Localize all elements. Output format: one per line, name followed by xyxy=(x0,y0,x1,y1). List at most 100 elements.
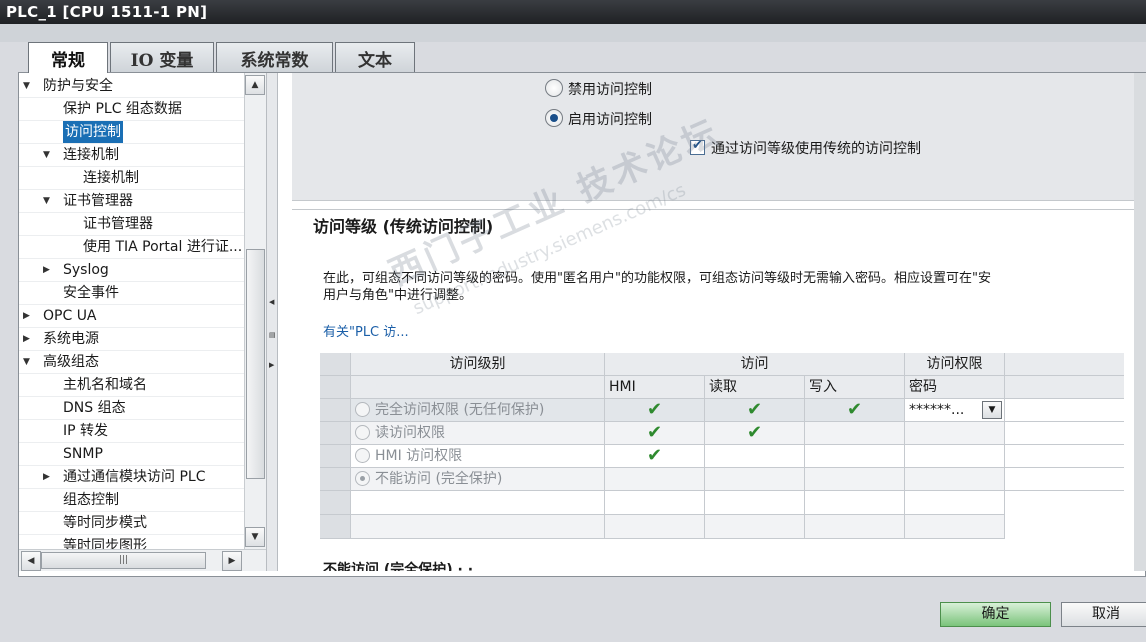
tab-system-constants[interactable]: 系统常数 xyxy=(216,42,333,72)
tree-item-label: 系统电源 xyxy=(43,331,99,347)
tree-item[interactable]: ▼ 高级组态 xyxy=(19,351,244,374)
tree-item[interactable]: ▼ 防护与安全 xyxy=(19,75,244,98)
access-level-table: 访问级别 访问 访问权限 HMI 读取 写入 密码 完全访问权限 (无任何保护)… xyxy=(320,353,1124,539)
hmi-access-label: HMI 访问权限 xyxy=(375,448,463,464)
tree-item[interactable]: DNS 组态 xyxy=(19,397,244,420)
expand-arrow-icon[interactable]: ▼ xyxy=(43,190,50,212)
subheader-password: 密码 xyxy=(905,376,1005,399)
tab-texts[interactable]: 文本 xyxy=(335,42,415,72)
plc-access-info-link[interactable]: 有关"PLC 访... xyxy=(323,321,409,340)
legacy-access-checkbox[interactable] xyxy=(690,138,705,155)
tab-general[interactable]: 常规 xyxy=(28,42,108,73)
password-field[interactable]: ******... ▼ xyxy=(905,399,1005,422)
tree-item[interactable]: 等时同步模式 xyxy=(19,512,244,535)
scroll-up-icon[interactable]: ▲ xyxy=(245,75,265,95)
empty-cell xyxy=(605,515,705,539)
dropdown-arrow-icon[interactable]: ▼ xyxy=(982,401,1002,419)
table-row-full-access[interactable]: 完全访问权限 (无任何保护) xyxy=(351,399,605,422)
tree-item[interactable]: SNMP xyxy=(19,443,244,466)
table-row-no-access[interactable]: 不能访问 (完全保护) xyxy=(351,468,605,491)
empty-cell xyxy=(805,422,905,445)
empty-cell xyxy=(905,491,1005,515)
tree-item[interactable]: ▶ 系统电源 xyxy=(19,328,244,351)
empty-cell xyxy=(805,515,905,539)
expand-arrow-icon[interactable]: ▼ xyxy=(23,75,30,97)
subheader-filler xyxy=(1005,376,1124,399)
tree-item-label: 访问控制 xyxy=(63,121,123,143)
collapse-left-icon[interactable]: ◀ xyxy=(269,298,274,306)
full-access-radio[interactable] xyxy=(355,402,370,417)
scroll-thumb[interactable] xyxy=(246,249,265,479)
expand-arrow-icon[interactable]: ▼ xyxy=(23,351,30,373)
tree-item[interactable]: 组态控制 xyxy=(19,489,244,512)
read-access-radio[interactable] xyxy=(355,425,370,440)
tree-horizontal-scrollbar[interactable]: ◀ ||| ▶ xyxy=(19,549,266,571)
tree-item[interactable]: 安全事件 xyxy=(19,282,244,305)
navigation-tree: ▼ 防护与安全保护 PLC 组态数据 访问控制 ▼ 连接机制 连接机制 ▼ 证书管理器证书管理… xyxy=(19,73,244,549)
tree-item[interactable]: ▶ OPC UA xyxy=(19,305,244,328)
scroll-down-icon[interactable]: ▼ xyxy=(245,527,265,547)
panel-splitter[interactable]: ◀ ▤ ▶ xyxy=(266,73,278,571)
tree-item[interactable]: 连接机制 xyxy=(19,167,244,190)
row-filler xyxy=(1005,399,1124,422)
tree-item[interactable]: IP 转发 xyxy=(19,420,244,443)
header-access: 访问 xyxy=(605,353,905,376)
ok-button[interactable]: 确定 xyxy=(940,602,1051,627)
table-row-hmi-access[interactable]: HMI 访问权限 xyxy=(351,445,605,468)
row-header xyxy=(320,515,351,539)
description-line-1: 在此，可组态不同访问等级的密码。使用"匿名用户"的功能权限，可组态访问等级时无需… xyxy=(323,271,991,286)
tree-item[interactable]: 等时同步图形 xyxy=(19,535,244,549)
empty-cell xyxy=(805,468,905,491)
expand-right-icon[interactable]: ▶ xyxy=(269,361,274,369)
tree-vertical-scrollbar[interactable]: ▲ ▼ xyxy=(244,73,266,549)
subheader-write: 写入 xyxy=(805,376,905,399)
header-access-rights: 访问权限 xyxy=(905,353,1005,376)
scroll-right-icon[interactable]: ▶ xyxy=(222,551,242,571)
enable-access-radio[interactable] xyxy=(545,109,563,127)
collapse-arrow-icon[interactable]: ▶ xyxy=(23,305,30,327)
collapse-arrow-icon[interactable]: ▶ xyxy=(23,328,30,350)
tab-io-tags[interactable]: IO 变量 xyxy=(110,42,214,72)
access-levels-title: 访问等级 (传统访问控制) xyxy=(313,217,494,236)
subheader-empty xyxy=(351,376,605,399)
header-filler xyxy=(1005,353,1124,376)
tree-item-label: 安全事件 xyxy=(63,285,119,301)
scroll-left-icon[interactable]: ◀ xyxy=(21,551,41,571)
check-icon: ✔ xyxy=(605,445,705,468)
disable-access-radio[interactable] xyxy=(545,79,563,97)
tree-item[interactable]: 证书管理器 xyxy=(19,213,244,236)
cancel-button[interactable]: 取消 xyxy=(1061,602,1146,627)
tree-item[interactable]: ▶ Syslog xyxy=(19,259,244,282)
header-access-level: 访问级别 xyxy=(351,353,605,376)
tree-item[interactable]: 使用 TIA Portal 进行证... xyxy=(19,236,244,259)
table-row-read-access[interactable]: 读访问权限 xyxy=(351,422,605,445)
tree-item[interactable]: ▼ 连接机制 xyxy=(19,144,244,167)
hmi-access-radio[interactable] xyxy=(355,448,370,463)
row-header[interactable] xyxy=(320,468,351,491)
collapse-arrow-icon[interactable]: ▶ xyxy=(43,466,50,488)
no-access-label: 不能访问 (完全保护) xyxy=(375,471,503,487)
expand-arrow-icon[interactable]: ▼ xyxy=(43,144,50,166)
row-header[interactable] xyxy=(320,445,351,468)
tree-item-label: 证书管理器 xyxy=(83,216,153,232)
disable-access-label: 禁用访问控制 xyxy=(568,82,652,98)
tree-item-label: 防护与安全 xyxy=(43,78,113,94)
tree-item[interactable]: ▼ 证书管理器 xyxy=(19,190,244,213)
row-header[interactable] xyxy=(320,399,351,422)
no-access-radio[interactable] xyxy=(355,471,370,486)
window-title: PLC_1 [CPU 1511-1 PN] xyxy=(0,0,1146,24)
row-header[interactable] xyxy=(320,422,351,445)
tree-item-label: 使用 TIA Portal 进行证... xyxy=(83,239,243,255)
tree-item[interactable]: ▶ 通过通信模块访问 PLC xyxy=(19,466,244,489)
collapse-arrow-icon[interactable]: ▶ xyxy=(43,259,50,281)
horizontal-scroll-thumb[interactable]: ||| xyxy=(41,552,206,569)
right-scroll-strip xyxy=(1134,73,1146,571)
tree-item[interactable]: 保护 PLC 组态数据 xyxy=(19,98,244,121)
tree-item-label: 通过通信模块访问 PLC xyxy=(63,469,206,485)
tree-item-label: 组态控制 xyxy=(63,492,119,508)
tree-item-label: 等时同步模式 xyxy=(63,515,147,531)
tree-item[interactable]: 访问控制 xyxy=(19,121,244,144)
full-access-label: 完全访问权限 (无任何保护) xyxy=(375,402,545,418)
description-line-2: 用户与角色"中进行调整。 xyxy=(323,288,472,303)
tree-item[interactable]: 主机名和域名 xyxy=(19,374,244,397)
